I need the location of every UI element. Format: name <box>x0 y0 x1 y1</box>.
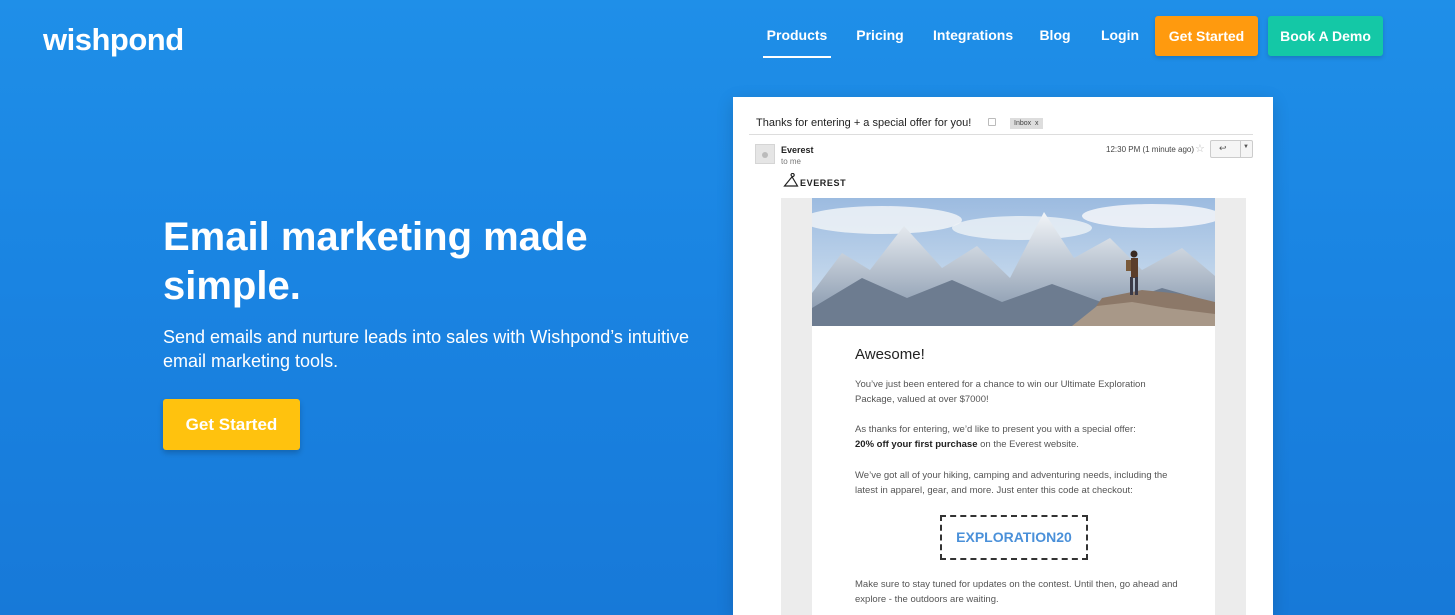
email-subject: Thanks for entering + a special offer fo… <box>756 117 972 129</box>
nav-get-started-button[interactable]: Get Started <box>1155 16 1258 56</box>
email-card: Awesome! You’ve just been entered for a … <box>812 198 1215 615</box>
top-nav: Products Pricing Integrations Blog Login… <box>0 16 1455 58</box>
hanger-logo-icon <box>783 173 799 187</box>
email-paragraph-1: You’ve just been entered for a chance to… <box>855 379 1146 405</box>
important-marker-icon <box>988 118 996 126</box>
promo-code-box: EXPLORATION20 <box>940 515 1088 560</box>
hero-get-started-button[interactable]: Get Started <box>163 399 300 450</box>
email-paragraph-2: As thanks for entering, we’d like to pre… <box>855 424 1136 450</box>
reply-button: ↩ ▼ <box>1210 140 1253 158</box>
email-preview: Thanks for entering + a special offer fo… <box>733 97 1273 615</box>
email-paragraph-3: We’ve got all of your hiking, camping an… <box>855 470 1168 496</box>
mountain-hiker-image <box>812 198 1215 326</box>
hero-title: Email marketing made simple. <box>163 215 588 308</box>
chevron-down-icon: ▼ <box>1243 144 1249 150</box>
nav-blog[interactable]: Blog <box>1039 16 1071 56</box>
nav-pricing[interactable]: Pricing <box>855 16 905 56</box>
email-heading: Awesome! <box>855 346 925 363</box>
email-paragraph-4: Make sure to stay tuned for updates on t… <box>855 579 1178 605</box>
sender-name: Everest <box>781 145 814 155</box>
hero-subtitle: Send emails and nurture leads into sales… <box>163 327 689 371</box>
nav-integrations[interactable]: Integrations <box>933 16 1013 56</box>
nav-products[interactable]: Products <box>763 16 831 58</box>
email-body-frame: Awesome! You’ve just been entered for a … <box>781 198 1246 615</box>
sender-avatar <box>755 144 775 164</box>
nav-book-demo-button[interactable]: Book A Demo <box>1268 16 1383 56</box>
recipient-label: to me <box>781 157 802 166</box>
star-icon: ☆ <box>1195 143 1205 155</box>
nav-login[interactable]: Login <box>1100 16 1140 56</box>
reply-icon: ↩ <box>1219 143 1227 153</box>
email-timestamp: 12:30 PM (1 minute ago) <box>1106 145 1195 154</box>
inbox-label: Inbox x <box>1010 118 1043 129</box>
email-subject-bar: Thanks for entering + a special offer fo… <box>749 109 1253 135</box>
brand-name: EVEREST <box>800 178 847 188</box>
